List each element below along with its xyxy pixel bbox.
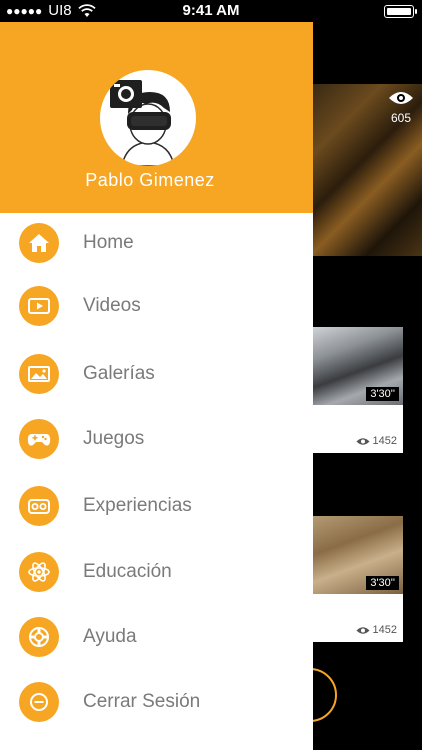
video-duration: 3'30'' xyxy=(366,387,399,401)
video-view-count: 1452 xyxy=(372,624,397,636)
drawer-header: Pablo Gimenez xyxy=(0,22,313,213)
navigation-drawer: Pablo Gimenez Home Videos Galerías Juego… xyxy=(0,22,313,750)
background-content: 605 3'30'' 1452 3'30'' 1452 xyxy=(283,22,422,750)
eye-icon xyxy=(356,437,370,445)
menu-item-galerias[interactable]: Galerías xyxy=(0,344,313,404)
video-thumbnail: 3'30'' xyxy=(313,327,403,405)
featured-video[interactable]: 605 xyxy=(313,84,422,256)
menu-item-educacion[interactable]: Educación xyxy=(0,542,313,602)
atom-icon xyxy=(19,552,59,592)
menu-item-videos[interactable]: Videos xyxy=(0,276,313,336)
video-icon xyxy=(19,286,59,326)
battery-icon xyxy=(384,5,417,18)
menu-item-cerrar-sesion[interactable]: Cerrar Sesión xyxy=(0,672,313,732)
user-avatar-illustration xyxy=(110,80,175,166)
menu-item-home[interactable]: Home xyxy=(0,213,313,273)
home-icon xyxy=(19,223,59,263)
hero-view-count: 605 xyxy=(390,111,412,125)
avatar[interactable] xyxy=(100,70,196,166)
video-duration: 3'30'' xyxy=(366,576,399,590)
user-name: Pablo Gimenez xyxy=(85,170,215,190)
menu-label: Videos xyxy=(83,295,141,316)
menu-item-experiencias[interactable]: Experiencias xyxy=(0,476,313,536)
hero-views: 605 xyxy=(388,90,414,125)
lifebuoy-icon xyxy=(19,617,59,657)
menu-label: Home xyxy=(83,232,134,253)
menu-label: Experiencias xyxy=(83,495,192,516)
eye-icon xyxy=(389,92,413,104)
menu-label: Ayuda xyxy=(83,626,137,647)
menu-label: Cerrar Sesión xyxy=(83,691,201,712)
video-views: 1452 xyxy=(356,435,397,447)
menu-item-ayuda[interactable]: Ayuda xyxy=(0,607,313,667)
menu-item-juegos[interactable]: Juegos xyxy=(0,409,313,469)
video-card[interactable]: 3'30'' 1452 xyxy=(313,516,403,642)
menu-label: Galerías xyxy=(83,363,155,384)
vr-headset-icon xyxy=(19,486,59,526)
video-view-count: 1452 xyxy=(372,435,397,447)
gamepad-icon xyxy=(19,419,59,459)
gallery-icon xyxy=(19,354,59,394)
eye-icon xyxy=(356,626,370,634)
video-views: 1452 xyxy=(356,624,397,636)
status-time: 9:41 AM xyxy=(182,2,240,19)
minus-circle-icon xyxy=(19,682,59,722)
video-card[interactable]: 3'30'' 1452 xyxy=(313,327,403,453)
menu-label: Educación xyxy=(83,561,172,582)
status-bar: ●●●●● UI8 9:41 AM xyxy=(0,0,422,22)
menu-label: Juegos xyxy=(83,428,145,449)
video-thumbnail: 3'30'' xyxy=(313,516,403,594)
